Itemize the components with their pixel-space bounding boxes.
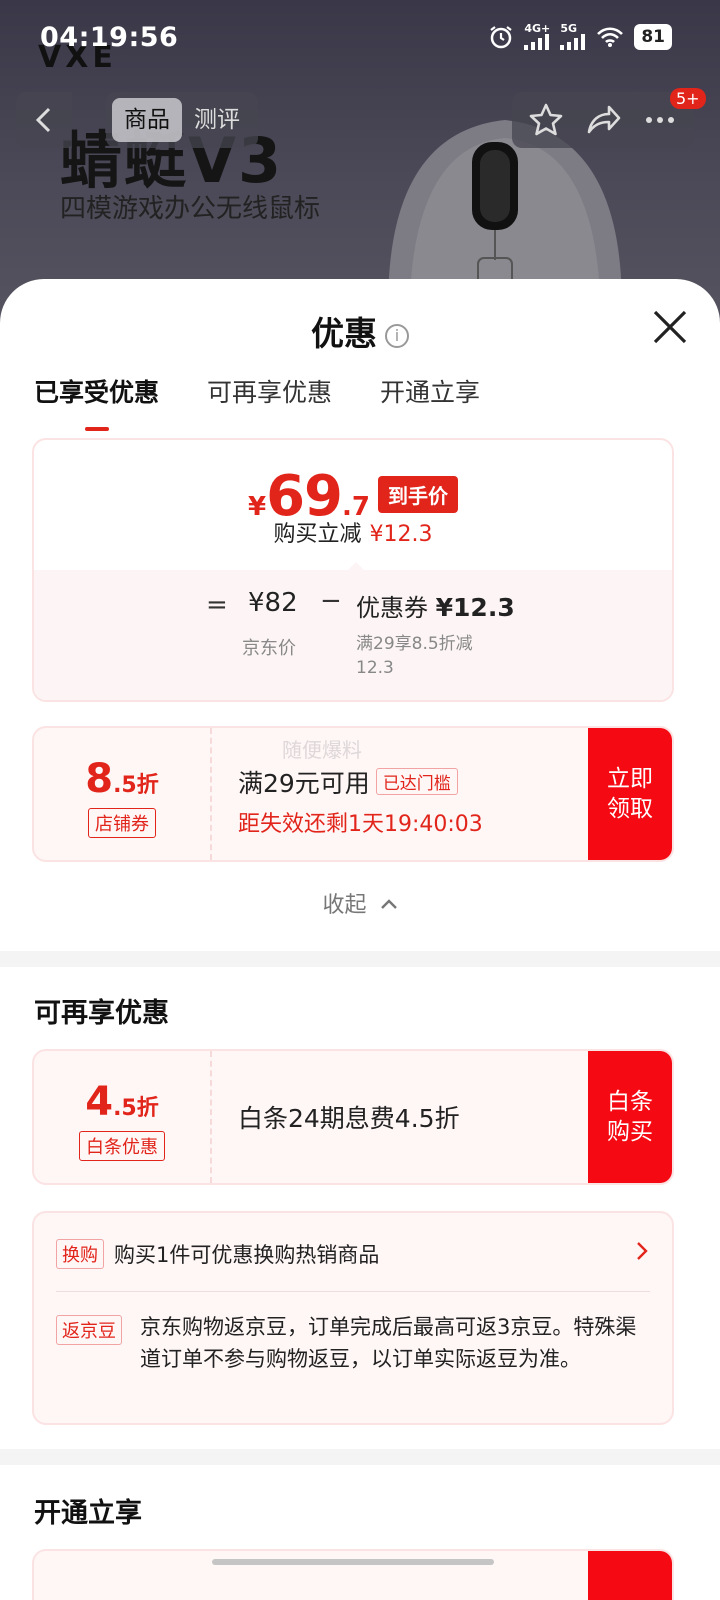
battery-indicator: 81 — [634, 24, 672, 50]
section-title-more: 可再享优惠 — [34, 998, 169, 1029]
tab-more[interactable]: 可再享优惠 — [207, 373, 332, 409]
product-subtitle: 四模游戏办公无线鼠标 — [60, 194, 321, 224]
discount-suffix: .5折 — [113, 773, 159, 798]
sheet-header: 优惠 i — [0, 307, 720, 355]
discount-number: 8 — [85, 756, 114, 802]
instant-amount: ¥12.3 — [369, 522, 433, 547]
jingdou-text: 京东购物返京豆，订单完成后最高可返3京豆。特殊渠道订单不参与购物返豆，以订单实际… — [140, 1315, 637, 1371]
coupon-condition: 满29元可用 — [238, 769, 370, 798]
share-icon[interactable] — [585, 102, 621, 138]
baitiao-coupon: 4.5折 白条优惠 白条24期息费4.5折 白条购买 — [32, 1049, 674, 1185]
nav-tab-review[interactable]: 测评 — [182, 98, 252, 142]
baitiao-detail: 白条24期息费4.5折 — [238, 1051, 460, 1183]
message-count-badge: 5+ — [670, 88, 706, 109]
collapse-label: 收起 — [322, 893, 367, 918]
nav-actions — [512, 92, 694, 148]
baitiao-desc: 白条24期息费4.5折 — [238, 1104, 460, 1133]
section-divider — [0, 951, 720, 967]
signal-5g-icon: 5G — [560, 22, 586, 50]
claim-coupon-button[interactable]: 立即领取 — [588, 728, 672, 860]
exchange-row[interactable]: 换购 购买1件可优惠换购热销商品 — [56, 1239, 650, 1269]
status-bar: 04:19:56 4G+ 5G 81 — [0, 0, 720, 80]
baitiao-discount-box: 4.5折 白条优惠 — [34, 1051, 212, 1183]
star-icon[interactable] — [528, 102, 564, 138]
exchange-tag: 换购 — [56, 1239, 104, 1269]
discount-sheet: 优惠 i 已享受优惠 可再享优惠 开通立享 ¥69.7 到手价 购买立减 ¥12.3 … — [0, 279, 720, 1600]
baitiao-kind: 白条优惠 — [79, 1131, 165, 1161]
coupon-desc: 满29享8.5折减12.3 — [356, 634, 473, 678]
network-label-1: 4G+ — [524, 22, 551, 35]
nav-tabs: 商品 测评 — [106, 92, 258, 148]
tab-enjoyed[interactable]: 已享受优惠 — [34, 373, 159, 409]
threshold-tag: 已达门槛 — [375, 768, 458, 795]
coupon-discount-box: 8.5折 店铺券 — [34, 728, 212, 860]
more-icon[interactable] — [642, 102, 678, 138]
coupon-detail: 满29元可用 已达门槛 距失效还剩1天19:40:03 — [238, 728, 483, 860]
extra-benefits-card: 换购 购买1件可优惠换购热销商品 返京豆 京东购物返京豆，订单完成后最高可返3京豆… — [32, 1211, 674, 1425]
network-label-2: 5G — [560, 22, 578, 35]
chevron-right-icon — [637, 1242, 648, 1260]
chevron-up-icon — [380, 899, 397, 909]
baitiao-button-label: 白条购买 — [607, 1089, 653, 1145]
coupon-countdown: 距失效还剩1天19:40:03 — [238, 812, 483, 837]
section-title-open: 开通立享 — [34, 1498, 142, 1529]
sheet-tabs: 已享受优惠 可再享优惠 开通立享 — [34, 373, 480, 409]
baitiao-buy-button[interactable]: 白条购买 — [588, 1051, 672, 1183]
close-icon[interactable] — [650, 307, 690, 347]
baitiao-discount-suffix: .5折 — [113, 1096, 159, 1121]
price-card: ¥69.7 到手价 购买立减 ¥12.3 = ¥82 京东价 − 优惠券 ¥12.3… — [32, 438, 674, 702]
nav-tab-product[interactable]: 商品 — [112, 98, 182, 142]
shop-coupon: 随便爆料 8.5折 店铺券 满29元可用 已达门槛 距失效还剩1天19:40:03… — [32, 726, 674, 862]
price-breakdown: = ¥82 京东价 − 优惠券 ¥12.3 满29享8.5折减12.3 — [34, 570, 672, 700]
status-time: 04:19:56 — [40, 22, 179, 53]
card-divider — [56, 1291, 650, 1292]
exchange-text: 购买1件可优惠换购热销商品 — [114, 1243, 380, 1267]
coupon-kind: 店铺券 — [88, 808, 156, 838]
tab-open[interactable]: 开通立享 — [380, 373, 480, 409]
jingdou-tag: 返京豆 — [56, 1315, 122, 1345]
info-icon[interactable]: i — [385, 323, 409, 348]
equals-sign: = — [206, 590, 228, 620]
home-indicator[interactable] — [212, 1559, 494, 1565]
final-price-tag: 到手价 — [378, 476, 458, 513]
wifi-icon — [597, 27, 624, 47]
coupon-amount: ¥12.3 — [435, 593, 515, 622]
instant-discount: 购买立减 ¥12.3 — [34, 516, 672, 548]
top-navbar: 商品 测评 5+ — [16, 88, 706, 148]
baitiao-discount-number: 4 — [85, 1079, 114, 1125]
minus-sign: − — [320, 586, 342, 616]
alarm-icon — [490, 26, 512, 49]
back-button[interactable] — [16, 92, 72, 148]
signal-4g-icon: 4G+ — [524, 22, 551, 50]
coupon-deduction: 优惠券 ¥12.3 — [356, 588, 515, 623]
coupon-label: 优惠券 — [356, 594, 428, 622]
open-benefit-button[interactable] — [588, 1551, 672, 1600]
chevron-left-icon — [35, 107, 51, 133]
jd-price-label: 京东价 — [242, 638, 296, 659]
instant-label: 购买立减 — [273, 522, 362, 547]
open-benefit-card — [32, 1549, 674, 1600]
section-divider-2 — [0, 1449, 720, 1465]
claim-button-label: 立即领取 — [607, 766, 653, 822]
sheet-title: 优惠 — [311, 314, 377, 353]
collapse-toggle[interactable]: 收起 — [0, 887, 720, 919]
jd-price: ¥82 — [248, 588, 298, 618]
